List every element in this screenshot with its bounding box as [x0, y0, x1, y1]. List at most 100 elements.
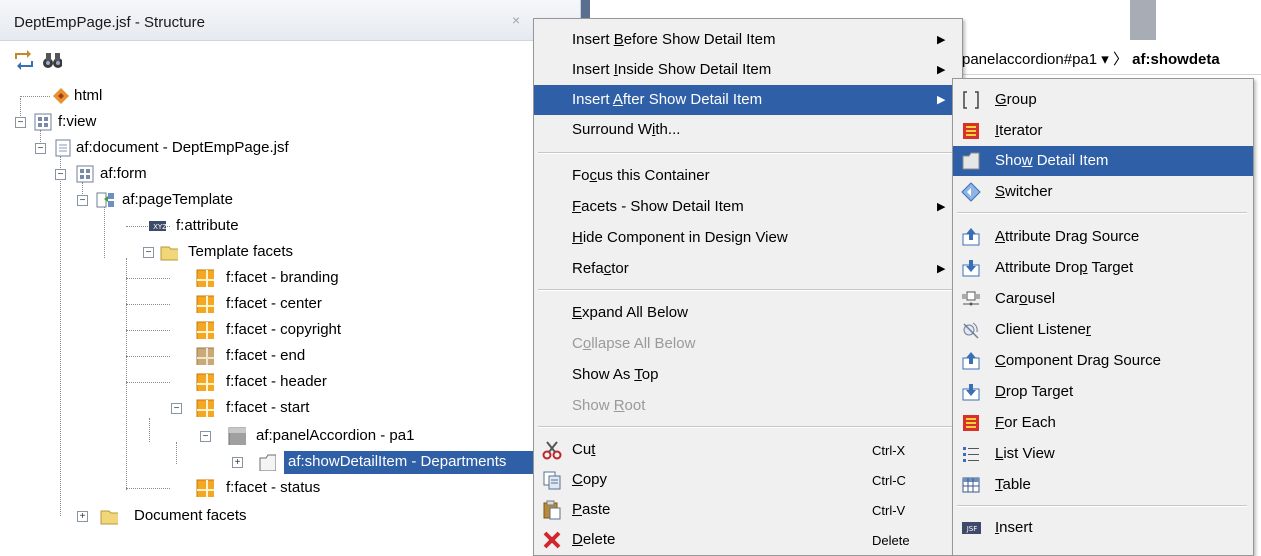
client-listener-icon [963, 322, 979, 339]
menu-item-surround-with[interactable]: Surround With... [534, 115, 962, 145]
tree-label: f:facet - center [226, 295, 322, 312]
menu-item-delete[interactable]: Delete Delete [534, 525, 962, 555]
editor-tab-stripe [1130, 0, 1156, 40]
menu-item-insert-inside[interactable]: Insert Inside Show Detail Item ▶ [534, 55, 962, 85]
tree-row[interactable]: − Template facets [0, 240, 580, 264]
tree-label: af:document - DeptEmpPage.jsf [76, 139, 289, 156]
menu-item-cut[interactable]: Cut Ctrl-X [534, 435, 962, 465]
binoculars-icon[interactable] [42, 50, 62, 70]
submenu-item-iterator[interactable]: Iterator [953, 116, 1253, 146]
tree-row[interactable]: f:facet - status [0, 476, 580, 500]
panel-title: DeptEmpPage.jsf - Structure [14, 14, 205, 31]
submenu-item-table[interactable]: Table [953, 470, 1253, 500]
submenu-item-carousel[interactable]: Carousel [953, 284, 1253, 314]
tree-label: Document facets [134, 507, 247, 524]
drag-source-icon [962, 352, 980, 370]
document-icon [55, 139, 71, 157]
menu-item-refactor[interactable]: Refactor ▶ [534, 254, 962, 284]
menu-item-facets[interactable]: Facets - Show Detail Item ▶ [534, 192, 962, 222]
tree-row[interactable]: − af:panelAccordion - pa1 [0, 424, 580, 448]
submenu-item-drop-target[interactable]: Drop Target [953, 377, 1253, 407]
form-icon [76, 165, 94, 183]
collapse-toggle-icon[interactable]: − [200, 431, 211, 442]
menu-item-collapse-all: Collapse All Below [572, 335, 696, 352]
drop-target-icon [962, 260, 980, 277]
tree-row[interactable]: − af:form [0, 162, 580, 186]
tree-label: af:showDetailItem - Departments [288, 453, 507, 470]
close-icon[interactable]: × [512, 12, 520, 28]
collapse-toggle-icon[interactable]: − [35, 143, 46, 154]
menu-item-paste[interactable]: Paste Ctrl-V [534, 495, 962, 525]
expand-toggle-icon[interactable]: + [77, 511, 88, 522]
tree-row[interactable]: + Document facets [0, 504, 580, 528]
facet-icon [196, 269, 214, 287]
menu-item-insert-after[interactable]: Insert After Show Detail Item ▶ [534, 85, 962, 115]
menu-item-expand-all[interactable]: Expand All Below [534, 298, 962, 328]
tree-row[interactable]: − f:facet - start [0, 396, 580, 420]
tree-row[interactable]: html [0, 84, 580, 108]
carousel-icon [962, 291, 980, 306]
collapse-toggle-icon[interactable]: − [171, 403, 182, 414]
tree-row[interactable]: − f:view [0, 110, 580, 134]
tree-row[interactable]: f:facet - branding [0, 266, 580, 290]
submenu-arrow-icon: ▶ [937, 263, 946, 275]
folder-icon [160, 246, 178, 261]
facet-disabled-icon [196, 347, 214, 365]
facet-icon [196, 295, 214, 313]
submenu-item-list-view[interactable]: List View [953, 439, 1253, 469]
collapse-toggle-icon[interactable]: − [77, 195, 88, 206]
tree-row[interactable]: f:facet - end [0, 344, 580, 368]
svg-text:JSF: JSF [966, 525, 978, 533]
submenu-item-show-detail-item[interactable]: Show Detail Item [953, 146, 1253, 176]
menu-item-insert-before[interactable]: Insert Before Show Detail Item ▶ [534, 25, 962, 55]
paste-icon [543, 500, 561, 520]
tree-row[interactable]: − af:document - DeptEmpPage.jsf [0, 136, 580, 160]
tree-row[interactable]: f:facet - copyright [0, 318, 580, 342]
folder-icon [100, 510, 118, 525]
menu-separator [538, 426, 956, 428]
menu-separator [957, 505, 1247, 507]
submenu-item-client-listener[interactable]: Client Listener [953, 315, 1253, 345]
page-template-icon [96, 192, 114, 208]
submenu-item-insert[interactable]: JSF Insert [953, 513, 1253, 543]
tree-row[interactable]: f:facet - header [0, 370, 580, 394]
tree-label: f:facet - copyright [226, 321, 342, 338]
submenu-item-switcher[interactable]: Switcher [953, 177, 1253, 207]
sync-icon[interactable] [14, 50, 34, 70]
tree-row-selected[interactable]: + af:showDetailItem - Departments [0, 450, 580, 474]
menu-item-copy[interactable]: Copy Ctrl-C [534, 465, 962, 495]
menu-item-focus-container[interactable]: Focus this Container [534, 161, 962, 191]
breadcrumb-current[interactable]: af:showdeta [1132, 51, 1220, 68]
tree-row[interactable]: f:facet - center [0, 292, 580, 316]
delete-icon [543, 531, 561, 549]
switcher-icon [961, 182, 981, 202]
table-icon [962, 477, 980, 493]
submenu-arrow-icon: ▶ [937, 94, 946, 106]
submenu-item-group[interactable]: Group [953, 85, 1253, 115]
submenu-item-attribute-drag-source[interactable]: Attribute Drag Source [953, 222, 1253, 252]
collapse-toggle-icon[interactable]: − [143, 247, 154, 258]
context-menu: Insert Before Show Detail Item ▶ Insert … [533, 18, 963, 556]
breadcrumb-item[interactable]: panelaccordion#pa1 ▾ [962, 51, 1109, 68]
menu-item-show-root: Show Root [572, 397, 646, 414]
tree-label: af:panelAccordion - pa1 [256, 427, 415, 444]
panel-accordion-icon [228, 427, 246, 445]
submenu-item-attribute-drop-target[interactable]: Attribute Drop Target [953, 253, 1253, 283]
submenu-item-for-each[interactable]: For Each [953, 408, 1253, 438]
submenu-item-component-drag-source[interactable]: Component Drag Source [953, 346, 1253, 376]
collapse-toggle-icon[interactable]: − [15, 117, 26, 128]
tree-label: f:facet - branding [226, 269, 339, 286]
tree-row[interactable]: XYZ f:attribute [0, 214, 580, 238]
collapse-toggle-icon[interactable]: − [55, 169, 66, 180]
insert-after-submenu: Group Iterator Show Detail Item Switcher… [952, 78, 1254, 556]
menu-separator [538, 289, 956, 291]
tree-label: f:view [58, 113, 97, 130]
tree-row[interactable]: − af:pageTemplate [0, 188, 580, 212]
tree-label: f:facet - end [226, 347, 306, 364]
tree-label: Template facets [188, 243, 294, 260]
expand-toggle-icon[interactable]: + [232, 457, 243, 468]
list-view-icon [963, 447, 979, 462]
menu-separator [538, 152, 956, 154]
menu-item-show-as-top[interactable]: Show As Top [534, 360, 962, 390]
menu-item-hide-component[interactable]: Hide Component in Design View [534, 223, 962, 253]
